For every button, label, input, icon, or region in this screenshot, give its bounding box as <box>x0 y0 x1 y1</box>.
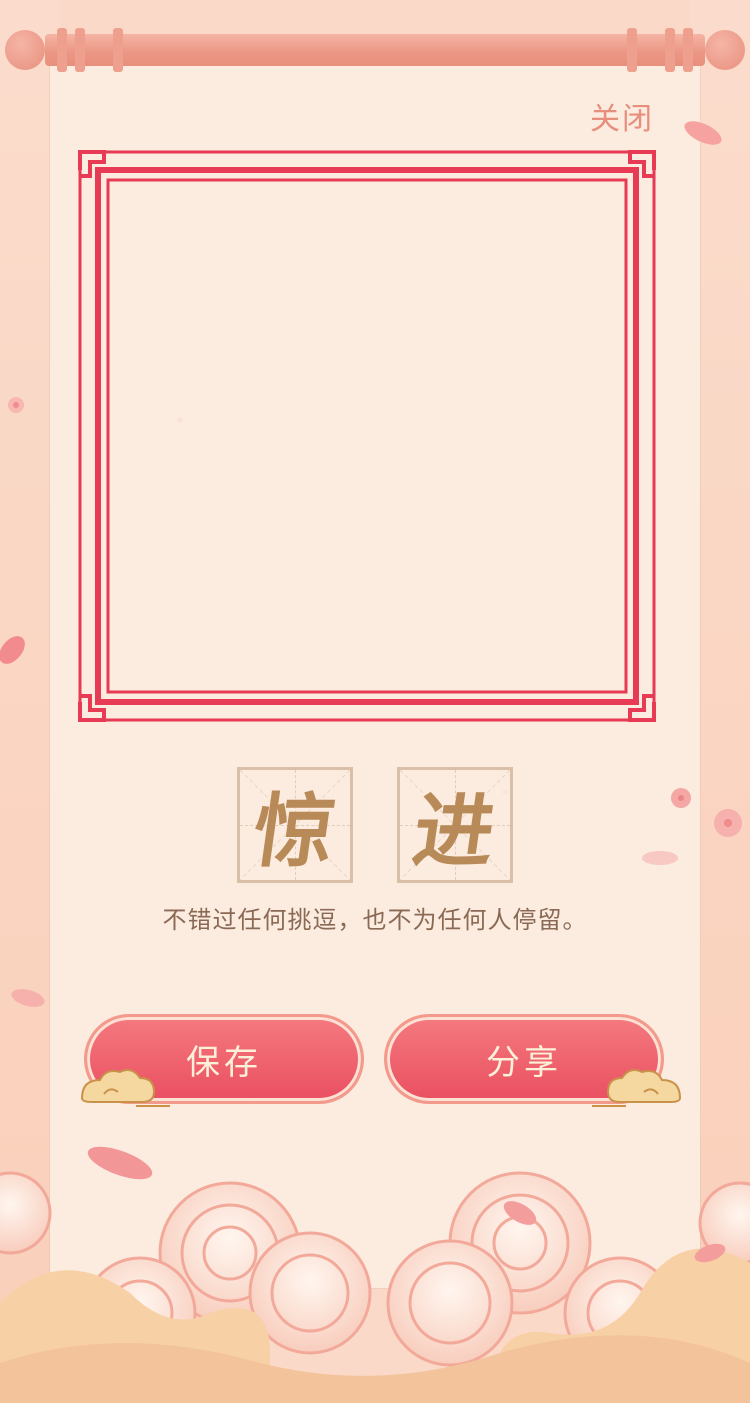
cloud-icon <box>80 1069 170 1107</box>
bottom-clouds <box>0 1146 750 1403</box>
char-box: 进 <box>397 767 513 883</box>
char-box: 惊 <box>237 767 353 883</box>
blossom-icon <box>8 397 24 413</box>
quote-text: 不错过任何挑逗，也不为任何人停留。 <box>162 906 588 934</box>
cloud-icon <box>592 1069 682 1107</box>
title-characters: 惊 进 <box>0 767 750 883</box>
close-button[interactable]: 关闭 <box>590 94 654 138</box>
petal-icon <box>11 989 45 1007</box>
scroll-rod <box>5 28 745 72</box>
photo-frame <box>78 150 656 722</box>
petal-icon <box>684 121 722 145</box>
title-char: 惊 <box>247 784 341 878</box>
title-char: 进 <box>407 784 501 878</box>
petal-icon <box>0 636 25 664</box>
